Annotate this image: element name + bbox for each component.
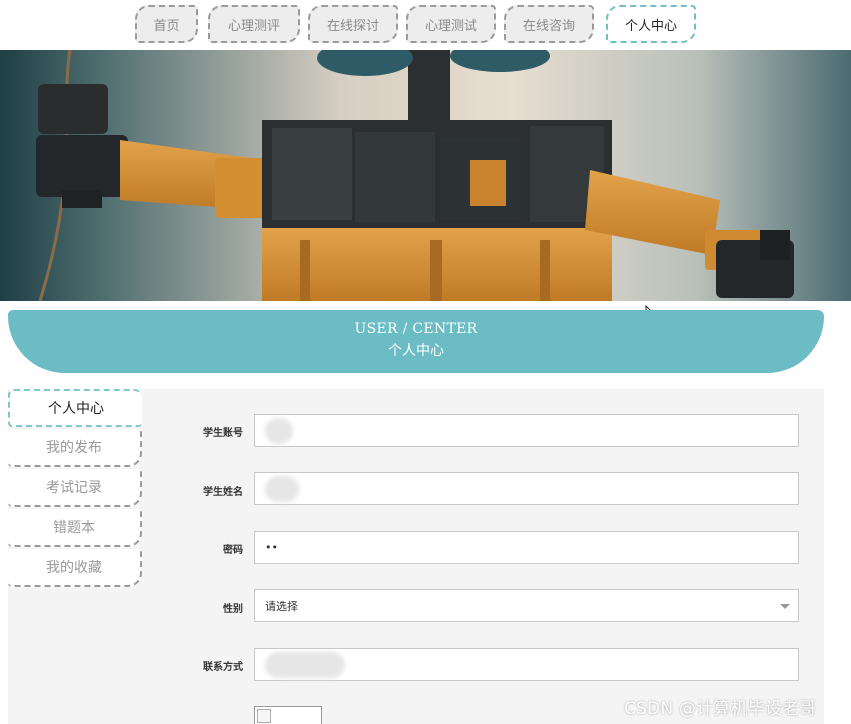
sidebar-item-wrong-questions[interactable]: 错题本 xyxy=(8,509,142,547)
nav-psych-assessment[interactable]: 心理测评 xyxy=(208,5,300,43)
sidebar-item-label: 我的发布 xyxy=(46,440,102,456)
password-input[interactable]: •• xyxy=(254,531,799,564)
sidebar-item-label: 我的收藏 xyxy=(46,560,102,576)
contact-input[interactable] xyxy=(254,648,799,681)
broken-image-icon xyxy=(257,709,271,723)
nav-online-discussion[interactable]: 在线探讨 xyxy=(308,5,398,43)
sidebar-item-label: 个人中心 xyxy=(48,401,104,417)
sidebar-item-personal-center[interactable]: 个人中心 xyxy=(8,389,142,427)
nav-psych-assessment-label: 心理测评 xyxy=(227,18,280,34)
nav-home-label: 首页 xyxy=(153,18,180,34)
gender-select-value: 请选择 xyxy=(265,599,298,613)
sidebar-item-favorites[interactable]: 我的收藏 xyxy=(8,549,142,587)
redacted-value xyxy=(265,475,299,502)
password-label: 密码 xyxy=(223,545,243,556)
nav-personal-center-label: 个人中心 xyxy=(624,18,677,34)
chevron-down-icon xyxy=(780,604,790,609)
robot-illustration xyxy=(36,50,794,301)
redacted-value xyxy=(265,417,293,444)
student-account-label: 学生账号 xyxy=(203,428,243,439)
avatar-image-placeholder[interactable] xyxy=(254,706,322,724)
student-account-input[interactable] xyxy=(254,414,799,447)
banner-image xyxy=(0,50,851,301)
page: 首页 心理测评 在线探讨 心理测试 在线咨询 个人中心 USER / CENTE… xyxy=(0,0,851,724)
nav-online-discussion-label: 在线探讨 xyxy=(326,18,379,34)
page-title-band: USER / CENTER 个人中心 xyxy=(8,310,824,373)
password-value: •• xyxy=(265,541,278,554)
redacted-value xyxy=(265,651,345,678)
page-title-cn: 个人中心 xyxy=(388,343,444,359)
nav-online-consult-label: 在线咨询 xyxy=(522,18,575,34)
nav-online-consult[interactable]: 在线咨询 xyxy=(504,5,594,43)
student-name-input[interactable] xyxy=(254,472,799,505)
gender-label: 性别 xyxy=(223,604,243,615)
side-menu: 个人中心 我的发布 考试记录 错题本 我的收藏 xyxy=(8,389,142,589)
nav-personal-center[interactable]: 个人中心 xyxy=(606,5,696,43)
sidebar-item-label: 考试记录 xyxy=(46,480,102,496)
student-name-label: 学生姓名 xyxy=(203,487,243,498)
page-title-en: USER / CENTER xyxy=(354,321,478,337)
nav-psych-test[interactable]: 心理测试 xyxy=(406,5,496,43)
sidebar-item-exam-records[interactable]: 考试记录 xyxy=(8,469,142,507)
contact-label: 联系方式 xyxy=(203,662,243,673)
watermark-text: CSDN @计算机毕设老哥 xyxy=(624,699,817,719)
sidebar-item-label: 错题本 xyxy=(53,520,95,536)
top-nav: 首页 心理测评 在线探讨 心理测试 在线咨询 个人中心 xyxy=(0,0,851,50)
nav-home[interactable]: 首页 xyxy=(135,5,198,43)
gender-select[interactable]: 请选择 xyxy=(254,589,799,622)
nav-psych-test-label: 心理测试 xyxy=(424,18,477,34)
sidebar-item-my-posts[interactable]: 我的发布 xyxy=(8,429,142,467)
